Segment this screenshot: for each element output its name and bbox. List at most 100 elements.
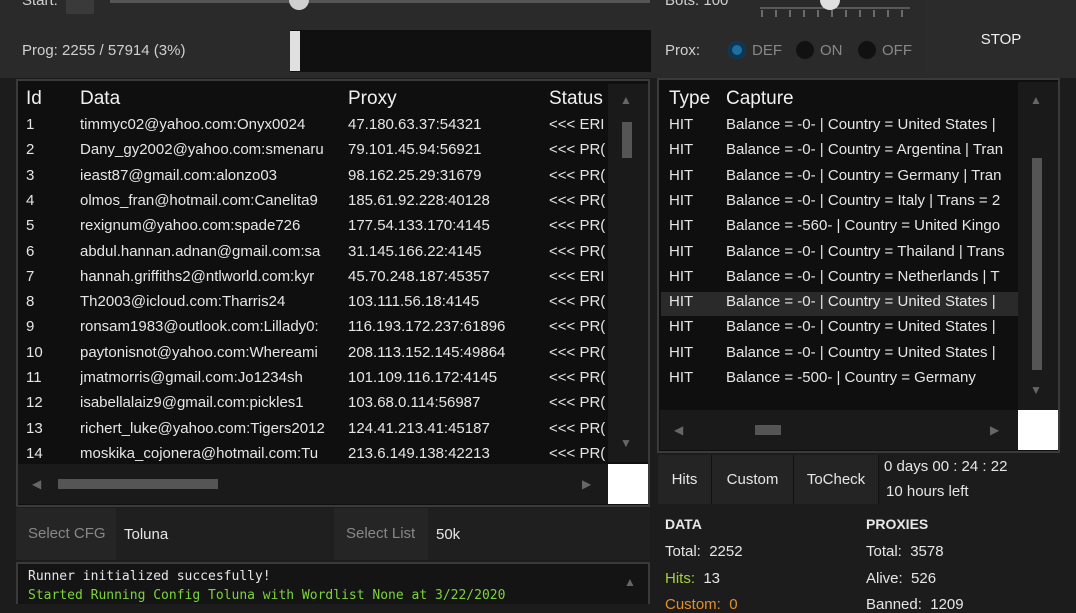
col-header-proxy[interactable]: Proxy xyxy=(348,88,397,110)
capture-value-cell: Balance = -0- | Country = United States … xyxy=(726,318,996,336)
table-cell: 2 xyxy=(26,141,35,159)
table-cell: 6 xyxy=(26,242,35,260)
prox-label: Prox: xyxy=(665,42,701,59)
start-label: Start: xyxy=(22,0,58,9)
table-cell: 47.180.63.37:54321 xyxy=(348,116,482,133)
proxies-banned-label: Banned: xyxy=(866,596,922,613)
table-cell: 5 xyxy=(26,217,35,235)
capture-value-cell: Balance = -0- | Country = Italy | Trans … xyxy=(726,191,1001,209)
table-cell: 103.68.0.114:56987 xyxy=(348,394,481,412)
time-left: 10 hours left xyxy=(886,483,969,500)
table-cell: 14 xyxy=(26,444,43,462)
table-cell: <<< PR( xyxy=(549,394,605,412)
proxies-total-label: Total: xyxy=(866,543,902,560)
prox-radio-on[interactable]: ON xyxy=(796,41,843,60)
scroll-left-icon[interactable]: ◀ xyxy=(32,477,41,491)
tab-custom[interactable]: Custom xyxy=(712,455,794,504)
elapsed-time: 0 days 00 : 24 : 22 xyxy=(884,458,1008,475)
table-cell: 3 xyxy=(26,166,35,184)
proxies-total: Total: 3578 xyxy=(866,543,944,560)
log-line: Started Running Config Toluna with Wordl… xyxy=(28,588,506,603)
scroll-right-icon[interactable]: ▶ xyxy=(582,477,591,491)
table-cell: 79.101.45.94:56921 xyxy=(348,141,482,159)
capture-type-cell: HIT xyxy=(669,318,694,336)
prox-radio-def[interactable]: DEF xyxy=(728,41,782,60)
table-cell: 11 xyxy=(26,369,42,386)
stop-button[interactable]: STOP xyxy=(926,0,1076,78)
table-cell: <<< ERI xyxy=(549,267,605,285)
table-cell: <<< PR( xyxy=(549,444,605,462)
table-cell: <<< PR( xyxy=(549,141,605,159)
table-cell: Th2003@icloud.com:Tharris24 xyxy=(80,293,286,311)
table-cell: ronsam1983@outlook.com:Lillady0: xyxy=(80,318,319,336)
table-cell: 98.162.25.29:31679 xyxy=(348,166,482,184)
cap-scroll-up-icon[interactable]: ▲ xyxy=(1030,93,1042,107)
select-list-label: Select List xyxy=(346,525,416,542)
proxies-banned-value: 1209 xyxy=(930,596,964,613)
proxies-banned: Banned: 1209 xyxy=(866,596,964,613)
table-cell: moskika_cojonera@hotmail.com:Tu xyxy=(80,444,319,462)
tab-tocheck[interactable]: ToCheck xyxy=(794,455,879,504)
data-custom: Custom: 0 xyxy=(665,596,738,613)
bots-label: Bots: 100 xyxy=(665,0,729,9)
table-cell: 4 xyxy=(26,191,35,209)
capture-type-cell: HIT xyxy=(669,242,694,260)
progress-bar xyxy=(290,30,651,72)
col-header-status[interactable]: Status xyxy=(549,88,605,110)
cap-scroll-right-icon[interactable]: ▶ xyxy=(990,423,999,437)
table-cell: olmos_fran@hotmail.com:Canelita9 xyxy=(80,191,318,209)
log-scroll-up-icon[interactable]: ▲ xyxy=(624,575,636,589)
table-cell: paytonisnot@yahoo.com:Whereami xyxy=(80,343,318,361)
table-cell: 9 xyxy=(26,318,35,336)
table-cell: <<< PR( xyxy=(549,369,605,386)
capture-type-cell: HIT xyxy=(669,343,694,361)
scroll-down-icon[interactable]: ▼ xyxy=(620,436,632,450)
col-header-id[interactable]: Id xyxy=(26,88,42,110)
capture-vscroll-thumb[interactable] xyxy=(1032,158,1042,370)
cap-scroll-down-icon[interactable]: ▼ xyxy=(1030,383,1042,397)
scroll-up-icon[interactable]: ▲ xyxy=(620,93,632,107)
capture-type-cell: HIT xyxy=(669,141,694,159)
data-total: Total: 2252 xyxy=(665,543,743,560)
capture-type-cell: HIT xyxy=(669,369,694,386)
proxies-alive-value: 526 xyxy=(911,570,937,587)
col-header-capture[interactable]: Capture xyxy=(726,88,794,110)
table-cell: Dany_gy2002@yahoo.com:smenaru xyxy=(80,141,324,159)
data-hits-label: Hits: xyxy=(665,570,695,587)
data-stats-title: DATA xyxy=(665,516,702,532)
data-vscroll-thumb[interactable] xyxy=(622,122,632,158)
table-cell: timmyc02@yahoo.com:Onyx0024 xyxy=(80,116,306,133)
capture-value-cell: Balance = -0- | Country = Germany | Tran xyxy=(726,166,1002,184)
start-slider-track[interactable] xyxy=(110,0,650,3)
capture-type-cell: HIT xyxy=(669,293,694,311)
radio-off-icon xyxy=(858,41,876,60)
table-cell: 124.41.213.41:45187 xyxy=(348,419,490,437)
table-cell: 101.109.116.172:4145 xyxy=(348,369,498,386)
col-header-data[interactable]: Data xyxy=(80,88,120,110)
proxies-alive: Alive: 526 xyxy=(866,570,936,587)
scroll-corner xyxy=(608,464,648,504)
list-field[interactable] xyxy=(428,508,650,560)
data-hits: Hits: 13 xyxy=(665,570,720,587)
table-cell: 177.54.133.170:4145 xyxy=(348,217,490,235)
data-hscroll-thumb[interactable] xyxy=(58,479,218,489)
capture-value-cell: Balance = -560- | Country = United Kingo xyxy=(726,217,1001,235)
radio-on-icon xyxy=(796,41,814,60)
table-cell: 7 xyxy=(26,267,35,285)
capture-hscroll-thumb[interactable] xyxy=(755,425,781,435)
data-total-value: 2252 xyxy=(709,543,743,560)
capture-value-cell: Balance = -0- | Country = Netherlands | … xyxy=(726,267,1000,285)
radio-def-label: DEF xyxy=(752,41,782,59)
cap-scroll-corner xyxy=(1018,410,1058,450)
data-total-label: Total: xyxy=(665,543,701,560)
capture-value-cell: Balance = -500- | Country = Germany xyxy=(726,369,976,386)
table-cell: <<< PR( xyxy=(549,343,605,361)
prox-radio-off[interactable]: OFF xyxy=(858,41,912,60)
capture-type-cell: HIT xyxy=(669,217,694,235)
tab-hits[interactable]: Hits xyxy=(658,455,712,504)
col-header-type[interactable]: Type xyxy=(669,88,710,110)
start-input[interactable] xyxy=(66,0,94,14)
capture-hscrollbar[interactable] xyxy=(660,410,1018,450)
radio-def-icon xyxy=(728,41,746,60)
cap-scroll-left-icon[interactable]: ◀ xyxy=(674,423,683,437)
